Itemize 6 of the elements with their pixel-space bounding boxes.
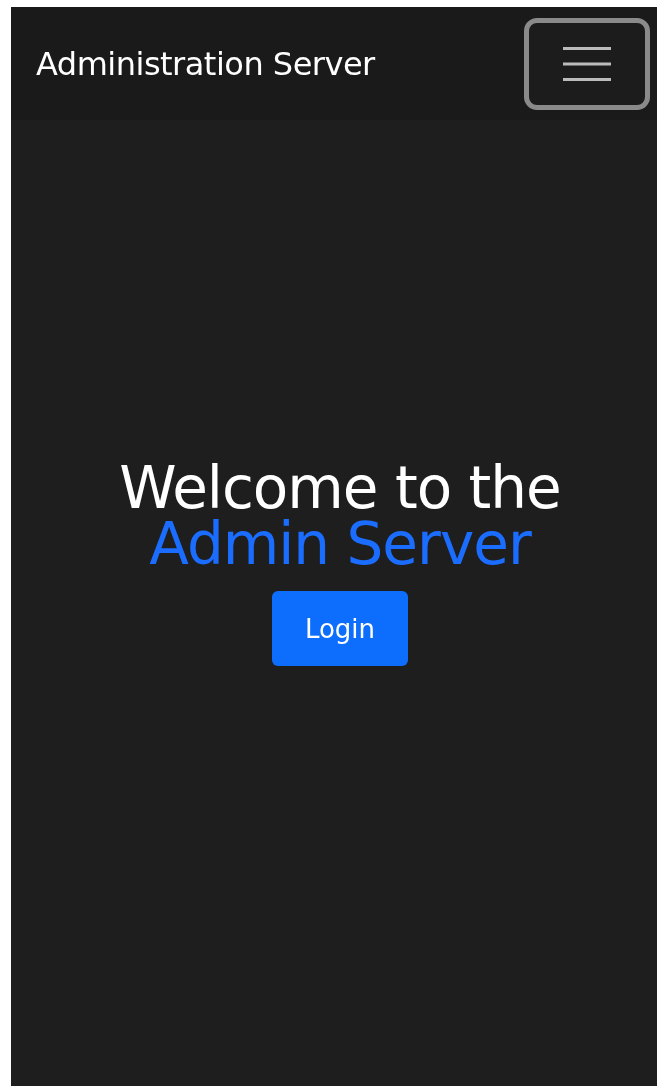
- welcome-highlight: Admin Server: [149, 516, 531, 572]
- welcome-heading: Welcome to the: [119, 460, 561, 516]
- brand-title[interactable]: Administration Server: [36, 44, 375, 83]
- login-button[interactable]: Login: [272, 591, 408, 666]
- menu-icon: [563, 46, 611, 81]
- menu-toggle-button[interactable]: [524, 17, 650, 110]
